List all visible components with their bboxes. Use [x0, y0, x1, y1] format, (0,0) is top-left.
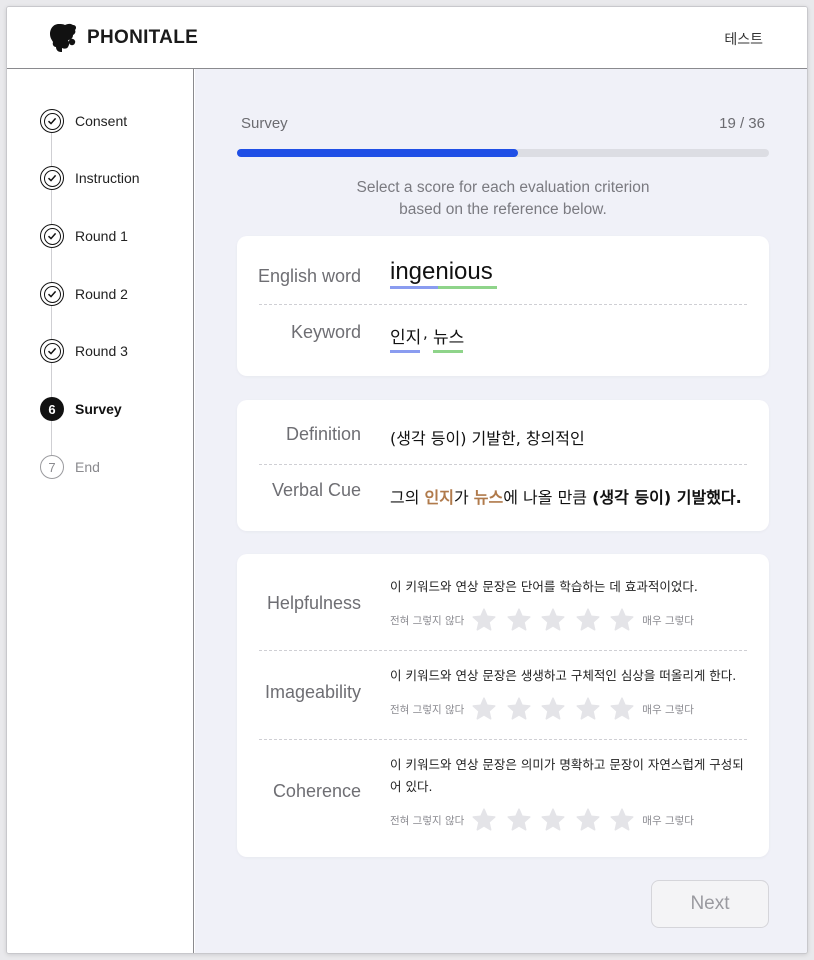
- word-underline-keyword2: [438, 286, 497, 289]
- star-icon[interactable]: [575, 696, 601, 722]
- keyword-1-underline: [390, 350, 420, 353]
- check-circle-icon: [40, 282, 64, 306]
- star-icon[interactable]: [506, 807, 532, 833]
- step-survey: 6 Survey: [40, 397, 122, 421]
- progress-fill: [237, 149, 518, 157]
- step-label: End: [75, 459, 100, 475]
- cue-part: 그의: [390, 488, 425, 507]
- criterion-question: 이 키워드와 연상 문장은 생생하고 구체적인 심상을 떠올리게 한다.: [390, 668, 737, 683]
- divider: [259, 739, 747, 740]
- divider: [259, 650, 747, 651]
- star-icon[interactable]: [575, 807, 601, 833]
- instruction-line: based on the reference below.: [399, 201, 607, 218]
- criterion-label-imageability: Imageability: [264, 682, 361, 702]
- star-group: [471, 607, 635, 633]
- criterion-question: 이 키워드와 연상 문장은 의미가 명확하고 문장이 자연스럽게 구성되어 있다…: [390, 757, 744, 794]
- survey-instruction: Select a score for each evaluation crite…: [237, 177, 769, 221]
- next-button[interactable]: Next: [651, 880, 769, 928]
- step-label: Instruction: [75, 170, 140, 186]
- step-label: Survey: [75, 401, 122, 417]
- user-name[interactable]: 테스트: [724, 29, 763, 49]
- rating-helpfulness: 전혀 그렇지 않다 매우 그렇다: [390, 607, 694, 633]
- rating-low-label: 전혀 그렇지 않다: [390, 814, 465, 827]
- criterion-label-coherence: Coherence: [272, 781, 361, 801]
- verbal-cue-label: Verbal Cue: [271, 480, 361, 500]
- keyword-1: 인지: [390, 328, 422, 348]
- english-word-label: English word: [257, 266, 361, 286]
- progress-bar: [237, 149, 769, 157]
- word-card: English word ingenious Keyword 인지 , 뉴스: [237, 236, 769, 376]
- logo-head-icon: [50, 23, 77, 52]
- star-icon[interactable]: [609, 607, 635, 633]
- step-number-badge: 7: [40, 455, 64, 479]
- star-icon[interactable]: [471, 807, 497, 833]
- step-label: Round 2: [75, 286, 128, 302]
- english-word: ingenious: [390, 258, 493, 285]
- check-circle-icon: [40, 224, 64, 248]
- brand-name: PHONITALE: [87, 27, 199, 48]
- logo: PHONITALE: [49, 22, 198, 54]
- step-label: Round 1: [75, 228, 128, 244]
- keyword-2-underline: [433, 350, 463, 353]
- star-icon[interactable]: [575, 607, 601, 633]
- star-icon[interactable]: [540, 607, 566, 633]
- keyword-2: 뉴스: [433, 328, 465, 348]
- keyword-label: Keyword: [290, 322, 361, 342]
- app-window: PHONITALE 테스트 Consent Instruction Round …: [6, 6, 808, 954]
- star-group: [471, 807, 635, 833]
- step-consent: Consent: [40, 109, 127, 133]
- star-icon[interactable]: [540, 807, 566, 833]
- cue-keyword-1: 인지: [424, 488, 454, 507]
- divider: [259, 464, 747, 465]
- divider: [259, 304, 747, 305]
- keyword-separator: ,: [423, 324, 428, 342]
- rating-low-label: 전혀 그렇지 않다: [390, 614, 465, 627]
- cue-definition-part: (생각 등이) 기발했다.: [592, 488, 742, 507]
- check-circle-icon: [40, 109, 64, 133]
- star-icon[interactable]: [609, 807, 635, 833]
- survey-header: Survey 19 / 36: [241, 115, 765, 132]
- step-number-badge: 6: [40, 397, 64, 421]
- step-sidebar: Consent Instruction Round 1 Round 2 Roun: [7, 69, 194, 953]
- survey-main: Survey 19 / 36 Select a score for each e…: [195, 69, 807, 953]
- star-icon[interactable]: [506, 607, 532, 633]
- definition-card: Definition (생각 등이) 기발한, 창의적인 Verbal Cue …: [237, 400, 769, 531]
- rating-high-label: 매우 그렇다: [642, 703, 694, 716]
- criteria-card: Helpfulness 이 키워드와 연상 문장은 단어를 학습하는 데 효과적…: [237, 554, 769, 857]
- definition-text: (생각 등이) 기발한, 창의적인: [390, 429, 585, 448]
- step-round-2: Round 2: [40, 282, 128, 306]
- survey-counter: 19 / 36: [719, 115, 765, 132]
- star-icon[interactable]: [471, 696, 497, 722]
- cue-keyword-2: 뉴스: [473, 488, 504, 507]
- star-icon[interactable]: [540, 696, 566, 722]
- star-group: [471, 696, 635, 722]
- step-round-3: Round 3: [40, 339, 128, 363]
- cue-part: 가: [453, 488, 474, 507]
- step-label: Round 3: [75, 343, 128, 359]
- step-end: 7 End: [40, 455, 100, 479]
- definition-label: Definition: [285, 424, 361, 444]
- instruction-line: Select a score for each evaluation crite…: [356, 179, 650, 196]
- word-underline-keyword1: [390, 286, 438, 289]
- step-instruction: Instruction: [40, 166, 140, 190]
- star-icon[interactable]: [471, 607, 497, 633]
- header: PHONITALE 테스트: [7, 7, 807, 69]
- rating-high-label: 매우 그렇다: [642, 614, 694, 627]
- criterion-question: 이 키워드와 연상 문장은 단어를 학습하는 데 효과적이었다.: [390, 579, 698, 594]
- rating-coherence: 전혀 그렇지 않다 매우 그렇다: [390, 807, 694, 833]
- cue-part: 에 나올 만큼: [503, 488, 593, 507]
- verbal-cue-text: 그의 인지가 뉴스에 나올 만큼 (생각 등이) 기발했다.: [390, 484, 742, 508]
- rating-high-label: 매우 그렇다: [642, 814, 694, 827]
- check-circle-icon: [40, 339, 64, 363]
- rating-imageability: 전혀 그렇지 않다 매우 그렇다: [390, 696, 694, 722]
- rating-low-label: 전혀 그렇지 않다: [390, 703, 465, 716]
- check-circle-icon: [40, 166, 64, 190]
- step-round-1: Round 1: [40, 224, 128, 248]
- criterion-label-helpfulness: Helpfulness: [266, 593, 361, 613]
- step-label: Consent: [75, 113, 128, 129]
- survey-title: Survey: [241, 115, 288, 132]
- star-icon[interactable]: [506, 696, 532, 722]
- star-icon[interactable]: [609, 696, 635, 722]
